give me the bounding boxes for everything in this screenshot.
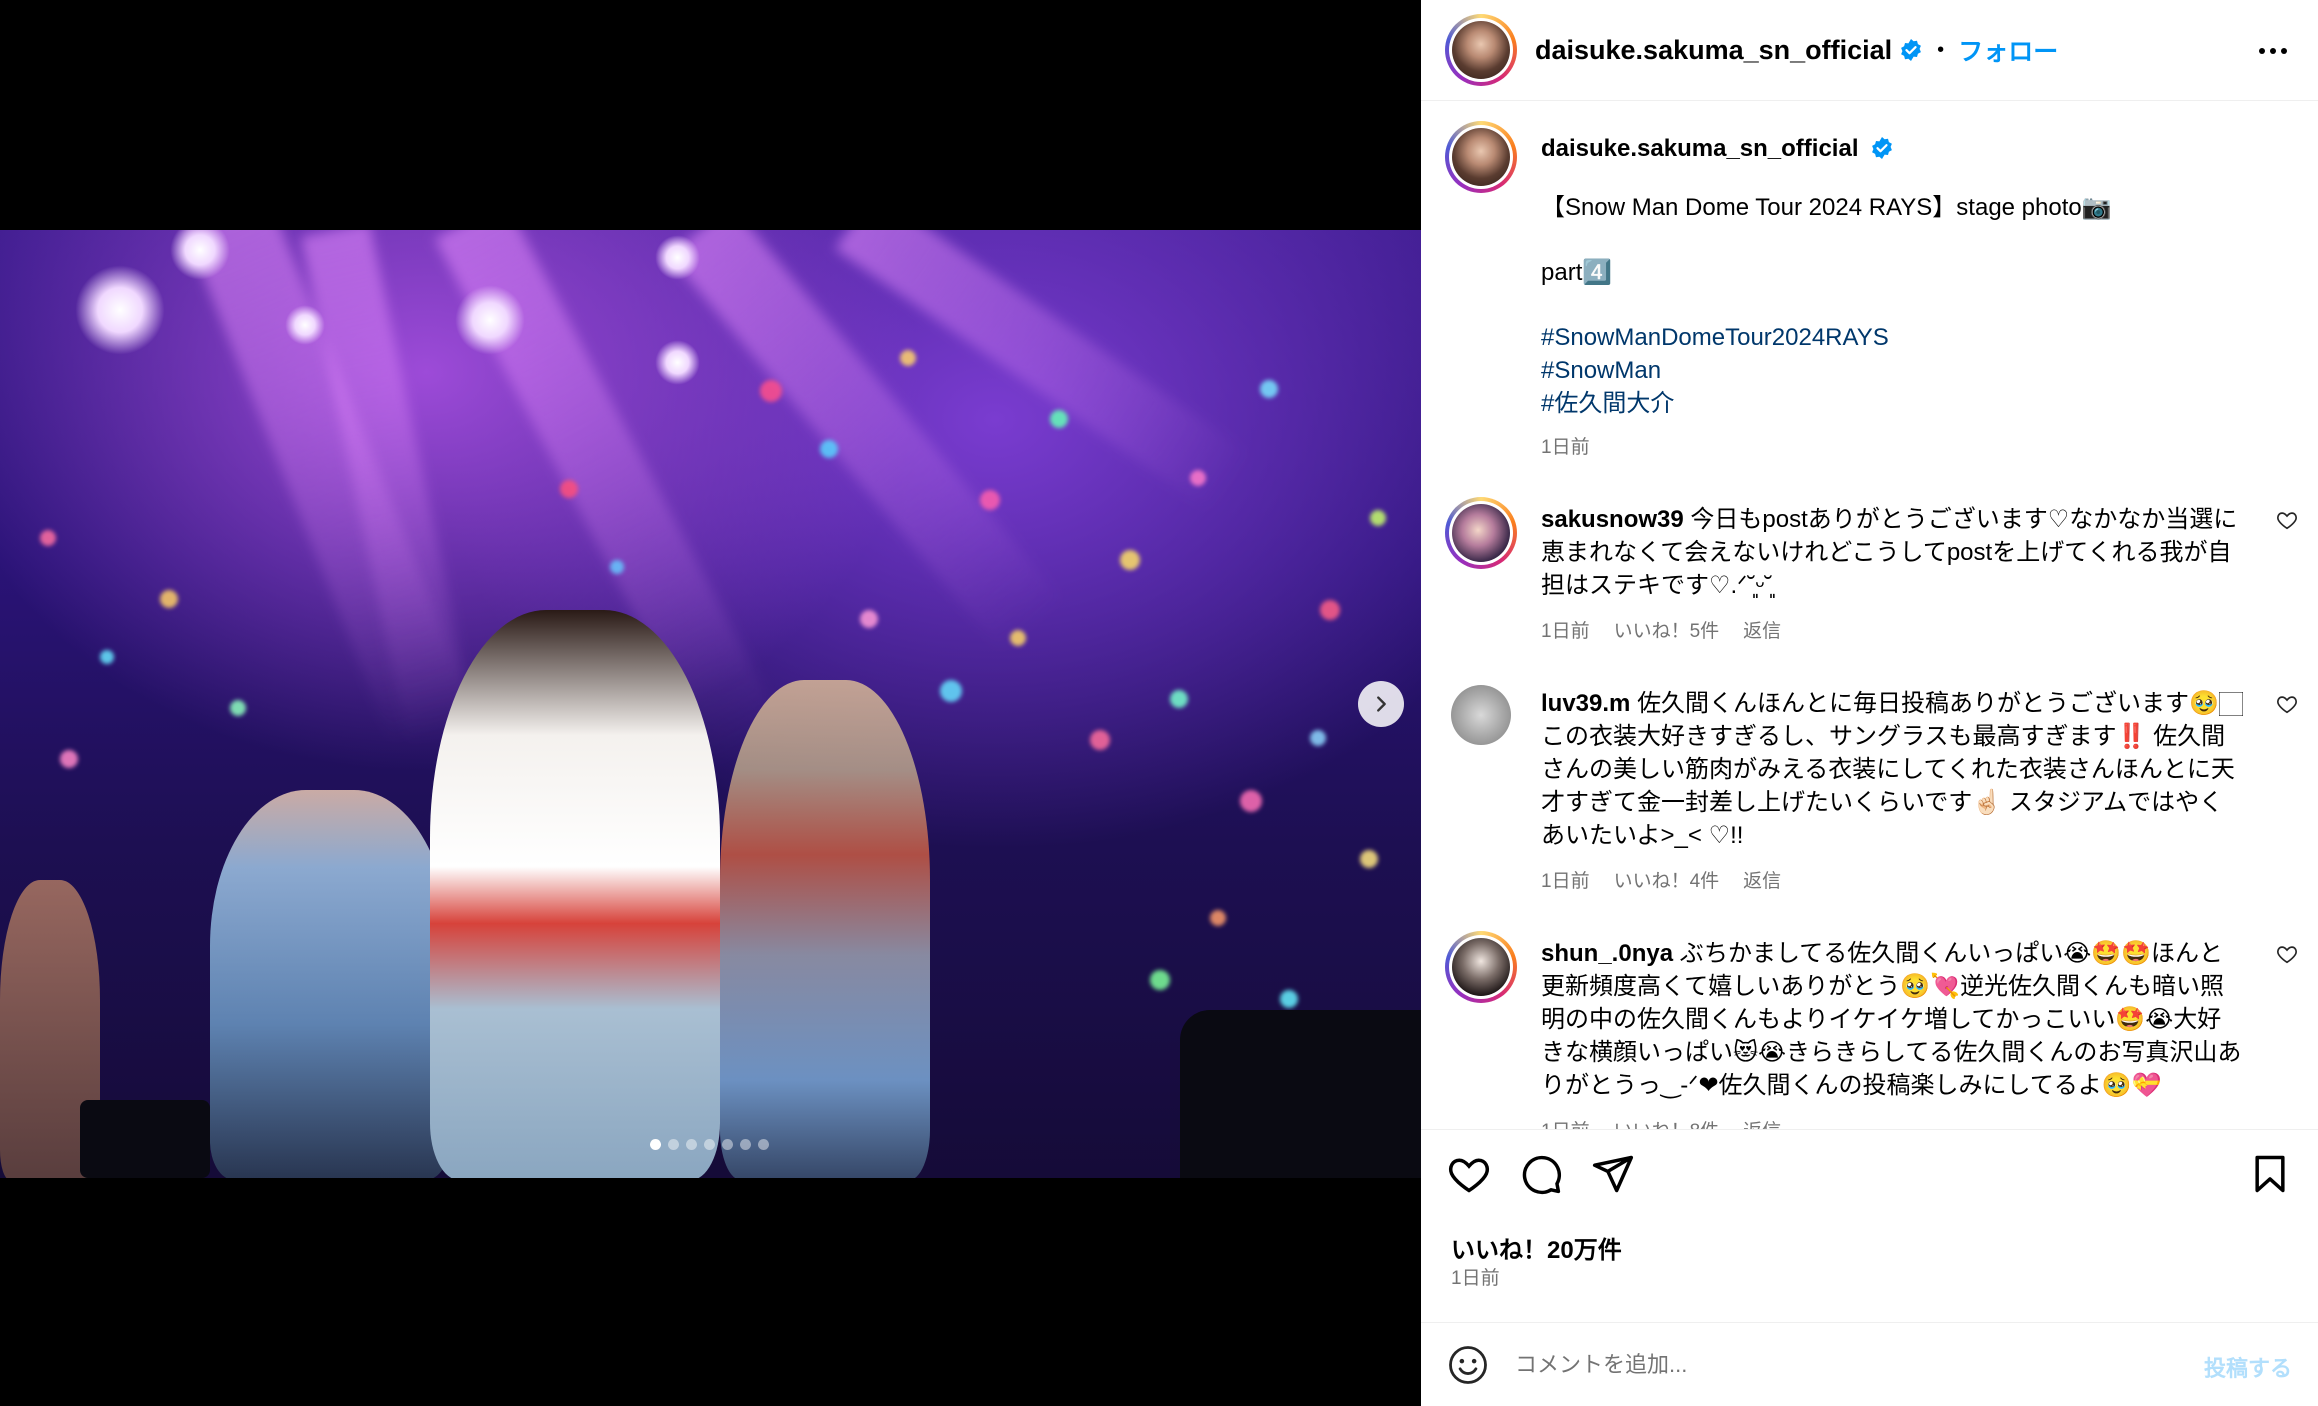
- comment-likes[interactable]: いいね！5件: [1614, 616, 1720, 643]
- bookmark-icon[interactable]: [2248, 1152, 2292, 1196]
- comment-avatar[interactable]: [1451, 685, 1511, 745]
- carousel-dot: [758, 1139, 769, 1150]
- comment-composer: 投稿する: [1421, 1322, 2318, 1406]
- post-media: [0, 0, 1421, 1406]
- comment-bubble-icon[interactable]: [1519, 1152, 1563, 1196]
- carousel-dot: [740, 1139, 751, 1150]
- comment-username[interactable]: sakusnow39: [1541, 506, 1684, 533]
- like-comment-heart-icon[interactable]: [2276, 693, 2298, 715]
- likes-count[interactable]: いいね！20万件: [1451, 1230, 1622, 1265]
- comment-input[interactable]: [1515, 1351, 2075, 1378]
- like-comment-heart-icon[interactable]: [2276, 509, 2298, 531]
- caption-time: 1日前: [1541, 437, 1590, 458]
- follow-button[interactable]: フォロー: [1958, 32, 2058, 68]
- comment-item: luv39.m 佐久間くんほんとに毎日投稿ありがとうございます🥹🏻 この衣装大好…: [1421, 681, 2318, 893]
- chevron-right-icon: [1377, 696, 1386, 712]
- caption-title: 【Snow Man Dome Tour 2024 RAYS】stage phot…: [1541, 194, 2112, 221]
- post-sidebar: daisuke.sakuma_sn_official • フォロー daisuk…: [1421, 0, 2318, 1406]
- comment-text: 佐久間くんほんとに毎日投稿ありがとうございます🥹🏻 この衣装大好きすぎるし、サン…: [1541, 690, 2243, 849]
- comment-likes[interactable]: いいね！8件: [1614, 1116, 1720, 1129]
- comment-avatar[interactable]: [1445, 497, 1517, 569]
- carousel-dot: [722, 1139, 733, 1150]
- comment-username[interactable]: shun_.0nya: [1541, 940, 1673, 967]
- verified-badge-icon: [1901, 39, 1922, 61]
- caption-part: part4️⃣: [1541, 259, 1613, 286]
- carousel-dot: [668, 1139, 679, 1150]
- caption-username[interactable]: daisuke.sakuma_sn_official: [1541, 135, 1858, 162]
- stage-photo: [0, 230, 1421, 1178]
- comment-time: 1日前: [1541, 871, 1590, 892]
- separator-dot: •: [1937, 38, 1945, 61]
- comments-section: daisuke.sakuma_sn_official 【Snow Man Dom…: [1421, 101, 2318, 1129]
- hashtag-link[interactable]: #SnowManDomeTour2024RAYS: [1541, 321, 2244, 354]
- more-options-button[interactable]: [2256, 34, 2290, 68]
- like-heart-icon[interactable]: [1447, 1152, 1491, 1196]
- post-header: daisuke.sakuma_sn_official • フォロー: [1421, 0, 2318, 101]
- comment-time: 1日前: [1541, 1116, 1590, 1129]
- carousel-dot: [686, 1139, 697, 1150]
- post-time: 1日前: [1451, 1268, 1500, 1289]
- hashtag-link[interactable]: #SnowMan: [1541, 354, 2244, 387]
- caption: daisuke.sakuma_sn_official 【Snow Man Dom…: [1421, 121, 2318, 459]
- comment-avatar[interactable]: [1445, 931, 1517, 1003]
- emoji-icon[interactable]: [1447, 1344, 1489, 1386]
- carousel-dot: [704, 1139, 715, 1150]
- carousel-next-button[interactable]: [1358, 681, 1404, 727]
- carousel-dots: [650, 1139, 769, 1150]
- post-actions: いいね！20万件 1日前: [1421, 1129, 2318, 1322]
- header-username[interactable]: daisuke.sakuma_sn_official: [1535, 35, 1892, 66]
- comment-username[interactable]: luv39.m: [1541, 690, 1630, 717]
- verified-badge-icon: [1872, 137, 1892, 159]
- avatar[interactable]: [1445, 14, 1517, 86]
- comment-item: sakusnow39 今日もpostありがとうございます♡なかなか当選に恵まれな…: [1421, 497, 2318, 643]
- carousel-dot: [650, 1139, 661, 1150]
- comment-likes[interactable]: いいね！4件: [1614, 866, 1720, 893]
- reply-button[interactable]: 返信: [1743, 1116, 1781, 1129]
- comment-item: shun_.0nya ぶちかましてる佐久間くんいっぱい😭🤩🤩ほんと更新頻度高くて…: [1421, 931, 2318, 1129]
- hashtag-link[interactable]: #佐久間大介: [1541, 387, 2244, 420]
- caption-avatar[interactable]: [1445, 121, 1517, 193]
- reply-button[interactable]: 返信: [1743, 866, 1781, 893]
- reply-button[interactable]: 返信: [1743, 616, 1781, 643]
- like-comment-heart-icon[interactable]: [2276, 943, 2298, 965]
- share-send-icon[interactable]: [1591, 1152, 1635, 1196]
- comment-time: 1日前: [1541, 621, 1590, 642]
- post-comment-button[interactable]: 投稿する: [2204, 1351, 2292, 1383]
